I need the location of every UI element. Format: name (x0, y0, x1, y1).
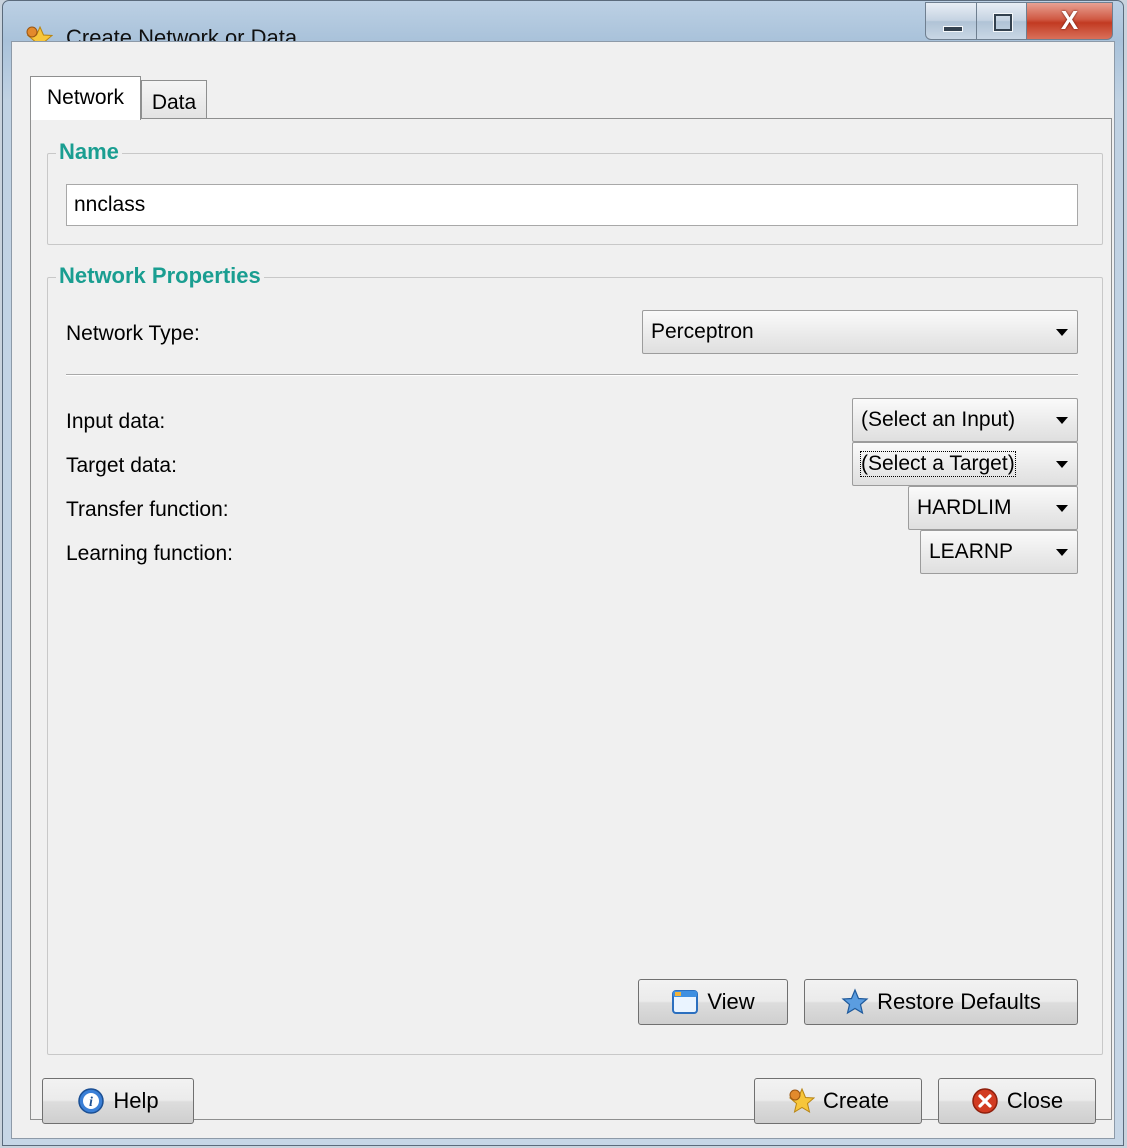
maximize-button[interactable] (977, 2, 1027, 40)
close-button[interactable]: Close (938, 1078, 1096, 1124)
window-icon (671, 988, 699, 1016)
name-group: Name nnclass (47, 139, 1103, 245)
network-type-select[interactable]: Perceptron (642, 310, 1078, 354)
star-icon (841, 988, 869, 1016)
view-button-label: View (707, 989, 755, 1014)
chevron-down-icon (1056, 461, 1068, 468)
create-button[interactable]: Create (754, 1078, 922, 1124)
view-button[interactable]: View (638, 979, 788, 1025)
chevron-down-icon (1056, 505, 1068, 512)
minimize-button[interactable] (925, 2, 977, 40)
learning-function-value: LEARNP (929, 540, 1014, 563)
input-data-select[interactable]: (Select an Input) (852, 398, 1078, 442)
chevron-down-icon (1056, 417, 1068, 424)
network-properties-group: Network Properties Network Type: Percept… (47, 263, 1103, 1055)
minimize-icon (943, 26, 963, 32)
info-icon: i (77, 1087, 105, 1115)
network-tab-panel: Name nnclass Network Properties Network … (30, 118, 1112, 1120)
network-type-label: Network Type: (66, 322, 200, 345)
learning-function-select[interactable]: LEARNP (920, 530, 1078, 574)
window-controls: X (925, 2, 1113, 42)
transfer-function-select[interactable]: HARDLIM (908, 486, 1078, 530)
target-data-label: Target data: (66, 454, 177, 477)
dialog-client-area: Network Data Name nnclass Network Proper… (11, 41, 1115, 1139)
svg-text:i: i (89, 1095, 93, 1110)
tab-network[interactable]: Network (30, 76, 141, 120)
create-button-label: Create (822, 1088, 890, 1113)
separator (66, 374, 1078, 376)
maximize-icon (994, 14, 1012, 31)
help-button[interactable]: i Help (42, 1078, 194, 1124)
transfer-function-value: HARDLIM (917, 496, 1012, 519)
learning-function-label: Learning function: (66, 542, 233, 565)
name-group-legend: Name (56, 139, 122, 165)
help-button-label: Help (113, 1088, 159, 1113)
restore-defaults-label: Restore Defaults (877, 989, 1041, 1014)
name-input[interactable]: nnclass (66, 184, 1078, 226)
input-data-label: Input data: (66, 410, 166, 433)
close-button-label: Close (1006, 1088, 1064, 1113)
transfer-function-label: Transfer function: (66, 498, 229, 521)
network-type-value: Perceptron (651, 320, 754, 343)
tab-data[interactable]: Data (141, 80, 207, 118)
chevron-down-icon (1056, 549, 1068, 556)
chevron-down-icon (1056, 329, 1068, 336)
restore-defaults-button[interactable]: Restore Defaults (804, 979, 1078, 1025)
network-properties-legend: Network Properties (56, 263, 264, 289)
star-icon (787, 1087, 815, 1115)
dialog-window: Create Network or Data X Network Data Na… (2, 0, 1124, 1146)
close-icon: X (1060, 5, 1079, 35)
input-data-value: (Select an Input) (861, 408, 1016, 431)
target-data-value: (Select a Target) (860, 451, 1016, 477)
close-window-button[interactable]: X (1027, 2, 1113, 40)
target-data-select[interactable]: (Select a Target) (852, 442, 1078, 486)
close-circle-icon (971, 1087, 999, 1115)
